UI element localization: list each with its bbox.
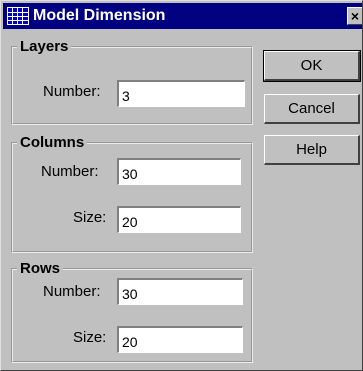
columns-number-input[interactable]: [117, 158, 241, 185]
columns-size-label: Size:: [73, 209, 107, 226]
columns-number-label: Number:: [41, 163, 99, 180]
cancel-button[interactable]: Cancel: [264, 94, 360, 124]
layers-number-label: Number:: [43, 83, 101, 100]
rows-legend: Rows: [20, 260, 61, 277]
layers-legend: Layers: [20, 38, 69, 55]
help-button[interactable]: Help: [264, 135, 360, 165]
rows-size-label: Size:: [73, 329, 107, 346]
window-title: Model Dimension: [33, 7, 166, 24]
grid-icon: [7, 7, 29, 25]
close-button[interactable]: ×: [347, 7, 362, 25]
columns-group: Columns: [11, 135, 253, 253]
close-icon: ×: [350, 8, 360, 24]
columns-size-input[interactable]: [117, 206, 241, 233]
rows-number-label: Number:: [43, 283, 101, 300]
title-bar[interactable]: Model Dimension ×: [3, 3, 362, 29]
rows-size-input[interactable]: [117, 326, 243, 353]
columns-legend: Columns: [20, 134, 85, 151]
layers-number-input[interactable]: [117, 80, 245, 107]
ok-button[interactable]: OK: [263, 50, 361, 82]
model-dimension-dialog: Model Dimension × Layers Number: Columns…: [0, 0, 363, 371]
rows-number-input[interactable]: [117, 278, 243, 305]
